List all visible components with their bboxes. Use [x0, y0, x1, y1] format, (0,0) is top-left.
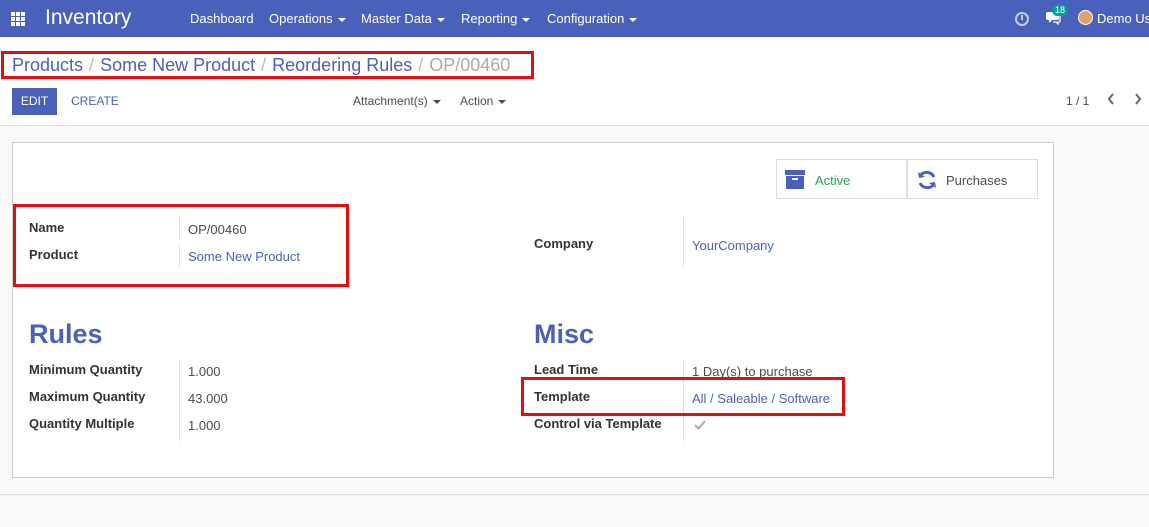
menu-operations[interactable]: Operations	[269, 11, 346, 26]
misc-group-title: Misc	[534, 319, 595, 349]
menu-configuration[interactable]: Configuration	[547, 11, 638, 26]
field-divider	[179, 245, 180, 267]
product-label: Product	[29, 247, 79, 262]
breadcrumb-products[interactable]: Products	[12, 55, 83, 75]
max-qty-label: Maximum Quantity	[29, 389, 146, 404]
attachments-dropdown[interactable]: Attachment(s)	[353, 94, 441, 108]
menu-label: Operations	[269, 11, 333, 26]
app-title: Inventory	[45, 6, 132, 29]
chevron-left-icon[interactable]	[1107, 93, 1115, 105]
refresh-icon	[918, 170, 936, 190]
breadcrumb: Products / Some New Product / Reordering Rul…	[12, 55, 510, 76]
caret-down-icon	[436, 17, 445, 22]
control-via-template-label: Control via Template	[534, 416, 662, 431]
rules-group-title: Rules	[29, 319, 103, 349]
field-divider	[683, 360, 684, 441]
active-toggle-button[interactable]: Active	[776, 159, 907, 199]
name-value: OP/00460	[188, 222, 247, 237]
control-via-template-checkbox[interactable]	[694, 419, 706, 431]
active-label: Active	[815, 173, 851, 188]
avatar[interactable]	[1078, 10, 1093, 25]
field-divider	[179, 218, 180, 240]
menu-dashboard[interactable]: Dashboard	[190, 11, 254, 26]
menu-label: Configuration	[547, 11, 625, 26]
company-label: Company	[534, 236, 594, 251]
lead-time-label: Lead Time	[534, 362, 599, 377]
chevron-right-icon[interactable]	[1134, 93, 1142, 105]
qty-multiple-label: Quantity Multiple	[29, 416, 135, 431]
menu-label: Reporting	[461, 11, 518, 26]
attachments-label: Attachment(s)	[353, 94, 428, 108]
top-navbar: Inventory Dashboard Operations Master Da…	[0, 0, 1149, 37]
menu-reporting[interactable]: Reporting	[461, 11, 531, 26]
create-button[interactable]: CREATE	[71, 94, 119, 108]
product-link[interactable]: Some New Product	[188, 249, 300, 264]
clock-icon[interactable]	[1015, 12, 1029, 26]
company-link[interactable]: YourCompany	[692, 238, 774, 253]
apps-grid-icon[interactable]	[11, 12, 25, 26]
action-dropdown[interactable]: Action	[460, 94, 507, 108]
min-qty-label: Minimum Quantity	[29, 362, 143, 377]
max-qty-value: 43.000	[188, 391, 228, 406]
form-sheet: Active Purchases Name OP/00460 Product S…	[12, 142, 1054, 478]
chat-count-badge: 18	[1052, 5, 1069, 16]
archive-icon	[785, 170, 805, 189]
template-label: Template	[534, 389, 591, 404]
breadcrumb-separator: /	[89, 55, 95, 75]
action-label: Action	[460, 94, 494, 108]
breadcrumb-reordering-rules[interactable]: Reordering Rules	[272, 55, 412, 75]
qty-multiple-value: 1.000	[188, 418, 221, 433]
field-divider	[683, 218, 684, 267]
menu-label: Master Data	[361, 11, 432, 26]
breadcrumb-separator: /	[261, 55, 267, 75]
user-menu[interactable]: Demo Us	[1097, 11, 1149, 26]
menu-label: Dashboard	[190, 11, 254, 26]
field-divider	[179, 360, 180, 441]
name-label: Name	[29, 220, 65, 235]
breadcrumb-product[interactable]: Some New Product	[100, 55, 255, 75]
control-panel: Products / Some New Product / Reordering Rul…	[0, 37, 1149, 126]
breadcrumb-separator: /	[418, 55, 424, 75]
caret-down-icon	[337, 17, 346, 22]
breadcrumb-current: OP/00460	[429, 55, 511, 75]
divider	[0, 494, 1149, 495]
lead-time-value: 1 Day(s) to purchase	[692, 364, 813, 379]
edit-button[interactable]: EDIT	[12, 88, 57, 115]
caret-down-icon	[432, 99, 441, 104]
template-link[interactable]: All / Saleable / Software	[692, 391, 830, 406]
caret-down-icon	[522, 17, 531, 22]
purchases-button[interactable]: Purchases	[907, 159, 1038, 199]
checkmark-icon	[694, 420, 706, 430]
menu-master-data[interactable]: Master Data	[361, 11, 445, 26]
purchases-label: Purchases	[946, 173, 1008, 188]
caret-down-icon	[498, 99, 507, 104]
min-qty-value: 1.000	[188, 364, 221, 379]
caret-down-icon	[629, 17, 638, 22]
pager-value: 1 / 1	[1066, 94, 1090, 108]
